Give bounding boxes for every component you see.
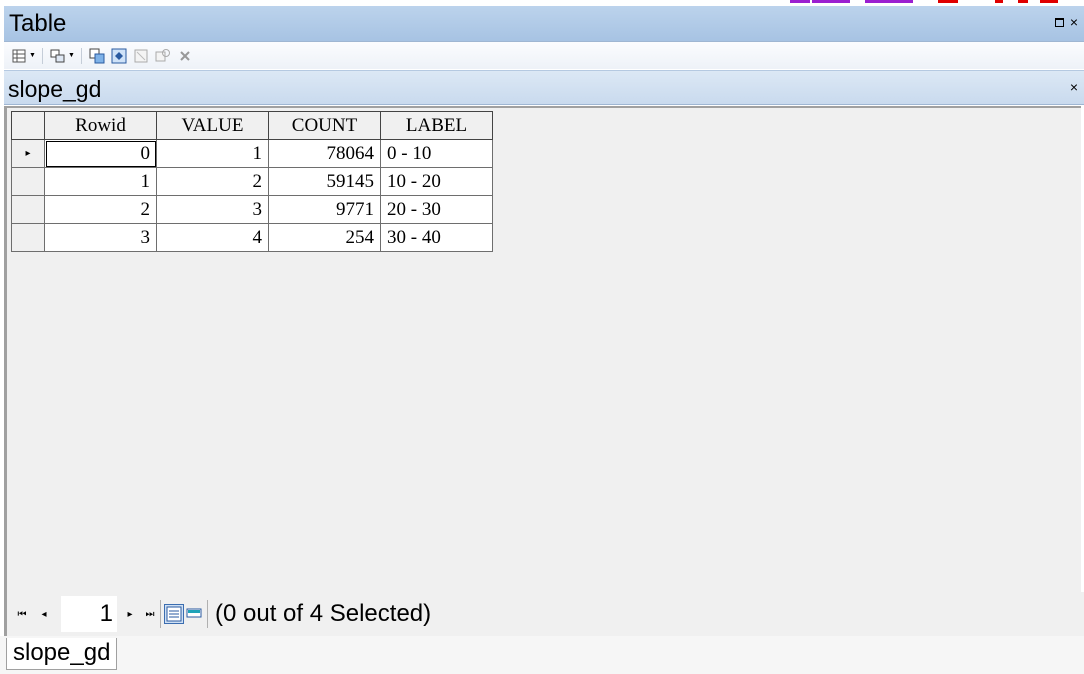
chevron-down-icon[interactable]: ▼ [29, 52, 36, 59]
previous-record-button[interactable]: ◂ [37, 609, 51, 620]
row-selector[interactable] [11, 195, 45, 224]
cell-rowid[interactable]: 1 [44, 167, 157, 196]
cell-count[interactable]: 59145 [268, 167, 381, 196]
table-row[interactable]: 2 3 9771 20 - 30 [11, 195, 493, 224]
cell-count[interactable]: 9771 [268, 195, 381, 224]
table-options-icon[interactable] [10, 47, 28, 65]
cell-rowid[interactable]: 2 [44, 195, 157, 224]
attribute-table: Rowid VALUE COUNT LABEL ▸ 0 1 78064 0 - … [11, 111, 493, 252]
cell-label[interactable]: 30 - 40 [380, 223, 493, 252]
toolbar-separator [80, 47, 82, 64]
table-tab-slope-gd[interactable]: slope_gd [6, 638, 118, 670]
cell-rowid[interactable]: 3 [44, 223, 157, 252]
window-title-bar[interactable]: Table × [4, 6, 1084, 42]
switch-selection-icon[interactable] [110, 47, 128, 65]
delete-selected-icon[interactable] [176, 47, 194, 65]
show-selected-records-icon[interactable] [184, 604, 204, 624]
column-header-count[interactable]: COUNT [268, 111, 381, 140]
column-header-value[interactable]: VALUE [156, 111, 269, 140]
cell-label[interactable]: 10 - 20 [380, 167, 493, 196]
cell-rowid[interactable]: 0 [44, 139, 157, 168]
last-record-button[interactable]: ⏭ [143, 609, 157, 620]
cell-value[interactable]: 4 [156, 223, 269, 252]
clear-selection-icon[interactable] [132, 47, 150, 65]
table-tab-header: slope_gd × [4, 70, 1084, 105]
record-navigation-bar: ⏮ ◂ 1 ▸ ⏭ (0 out of 4 Selected) [4, 592, 1084, 636]
cell-count[interactable]: 254 [268, 223, 381, 252]
select-by-attributes-icon[interactable] [88, 47, 106, 65]
attribute-grid[interactable]: Rowid VALUE COUNT LABEL ▸ 0 1 78064 0 - … [4, 106, 1081, 592]
cell-value[interactable]: 2 [156, 167, 269, 196]
row-selector[interactable]: ▸ [11, 139, 45, 168]
cell-count[interactable]: 78064 [268, 139, 381, 168]
table-row[interactable]: 3 4 254 30 - 40 [11, 223, 493, 252]
window-title: Table [9, 10, 67, 37]
next-record-button[interactable]: ▸ [123, 609, 137, 620]
cell-value[interactable]: 3 [156, 195, 269, 224]
row-selector[interactable] [11, 167, 45, 196]
cell-label[interactable]: 0 - 10 [380, 139, 493, 168]
table-toolbar: ▼ ▼ [4, 42, 1084, 69]
table-header-row: Rowid VALUE COUNT LABEL [11, 111, 493, 140]
window-controls: × [1054, 15, 1078, 29]
cell-label[interactable]: 20 - 30 [380, 195, 493, 224]
first-record-button[interactable]: ⏮ [15, 609, 29, 620]
column-header-rowid[interactable]: Rowid [44, 111, 157, 140]
zoom-to-selected-icon[interactable] [154, 47, 172, 65]
nav-separator [207, 600, 208, 628]
close-tab-button[interactable]: × [1070, 79, 1078, 95]
restore-icon[interactable] [1054, 18, 1064, 27]
table-row[interactable]: ▸ 0 1 78064 0 - 10 [11, 139, 493, 168]
cell-value[interactable]: 1 [156, 139, 269, 168]
table-tabs-bar: slope_gd [0, 636, 1084, 674]
row-selector[interactable] [11, 223, 45, 252]
table-row[interactable]: 1 2 59145 10 - 20 [11, 167, 493, 196]
current-record-field[interactable]: 1 [61, 596, 117, 632]
row-selector-corner[interactable] [11, 111, 45, 140]
current-row-marker: ▸ [25, 148, 31, 159]
toolbar-separator [41, 47, 43, 64]
close-window-button[interactable]: × [1070, 15, 1078, 29]
related-tables-icon[interactable] [49, 47, 67, 65]
selection-status: (0 out of 4 Selected) [215, 600, 432, 627]
chevron-down-icon[interactable]: ▼ [68, 52, 75, 59]
show-all-records-icon[interactable] [164, 604, 184, 624]
table-tab-title: slope_gd [8, 76, 102, 102]
nav-separator [160, 600, 161, 628]
column-header-label[interactable]: LABEL [380, 111, 493, 140]
